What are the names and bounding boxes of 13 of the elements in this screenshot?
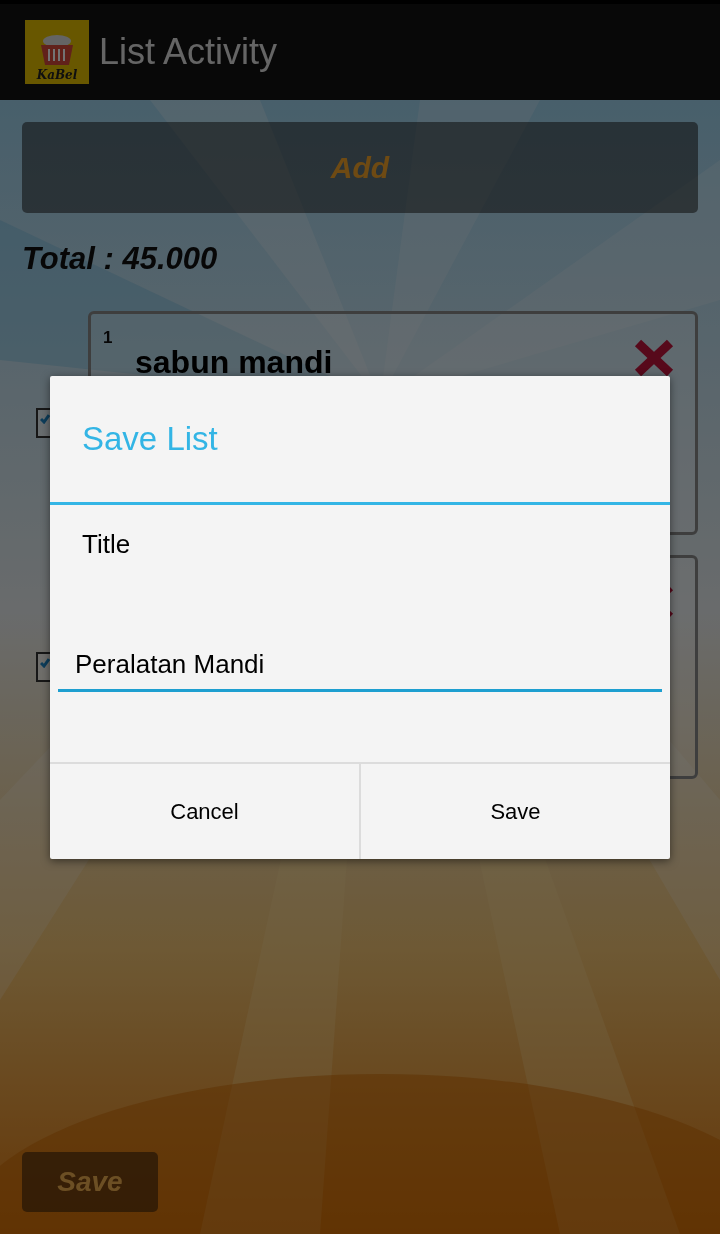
total-amount: Total : 45.000 xyxy=(22,241,219,277)
logo-text: KaBel xyxy=(36,69,78,81)
title-field[interactable]: Peralatan Mandi xyxy=(58,640,662,692)
field-label: Title xyxy=(82,529,132,560)
dialog-button[interactable]: Cancel xyxy=(50,764,359,859)
delete-icon[interactable] xyxy=(633,338,675,378)
dialog-button[interactable]: Save xyxy=(359,764,670,859)
item-number: 1 xyxy=(103,328,114,348)
screen-title: List Activity xyxy=(99,31,278,73)
check-icon xyxy=(40,414,50,424)
item-name: sabun mandi xyxy=(135,344,333,381)
dialog-title: Save List xyxy=(81,419,219,459)
check-icon xyxy=(40,658,50,668)
